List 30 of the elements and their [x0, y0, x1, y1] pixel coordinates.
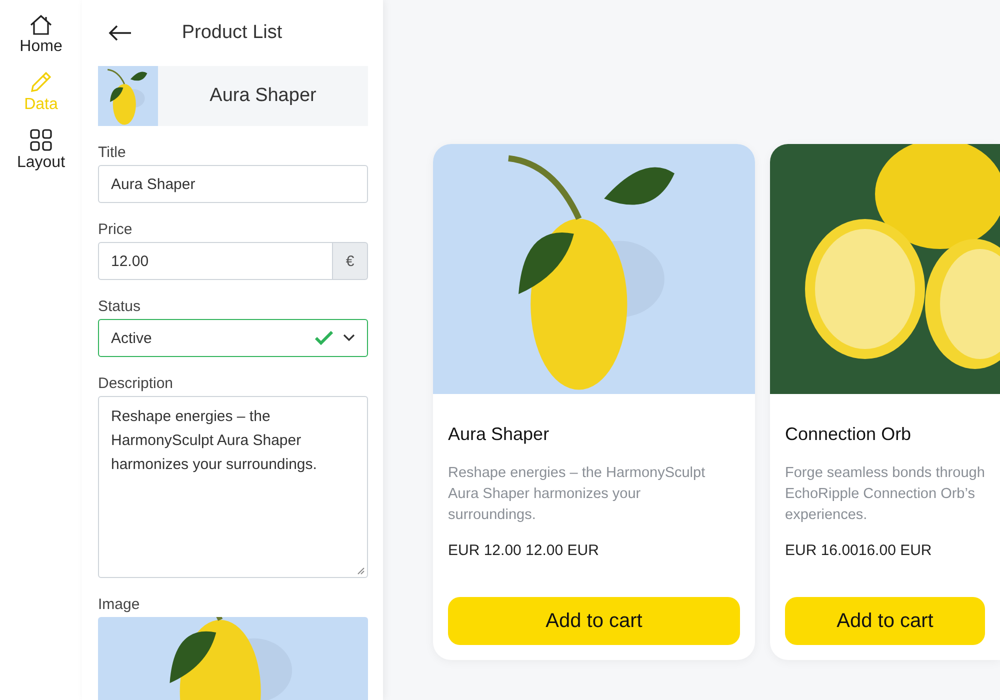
- add-to-cart-button[interactable]: Add to cart: [785, 597, 985, 645]
- product-title: Connection Orb: [785, 424, 912, 445]
- add-to-cart-button[interactable]: Add to cart: [448, 597, 740, 645]
- panel-title: Product List: [180, 22, 284, 44]
- currency-addon: €: [333, 242, 368, 280]
- product-title: Aura Shaper: [448, 424, 550, 445]
- field-label: Status: [98, 298, 142, 315]
- status-dropdown[interactable]: Active: [98, 319, 368, 357]
- pencil-icon: [28, 70, 53, 94]
- checkmark-icon: [315, 331, 333, 345]
- field-label: Description: [98, 375, 174, 392]
- nav-item[interactable]: Layout: [16, 128, 66, 172]
- product-price: EUR 12.00 12.00 EUR: [448, 542, 600, 559]
- price-field[interactable]: 12.00: [98, 242, 333, 280]
- product-price: EUR 16.0016.00 EUR: [785, 542, 933, 559]
- back-arrow-icon: [108, 25, 132, 41]
- field-label: Price: [98, 221, 134, 238]
- title-field[interactable]: Aura Shaper: [98, 165, 368, 203]
- product-thumbnail: [98, 66, 158, 126]
- resize-handle-icon[interactable]: [357, 567, 365, 575]
- home-icon: [29, 14, 53, 36]
- product-list-item[interactable]: Aura Shaper: [98, 66, 368, 126]
- field-label: Title: [98, 144, 127, 161]
- description-field[interactable]: Reshape energies – the HarmonySculpt Aura Shaper harmonizes your surroundings.: [98, 396, 368, 578]
- chevron-down-icon: [343, 334, 355, 342]
- product-description: Forge seamless bonds through EchoRipple Connection Orb’s experiences.: [785, 464, 985, 525]
- product-description: Reshape energies – the HarmonySculpt Aura Shaper harmonizes your surroundings.: [448, 464, 706, 525]
- field-label: Image: [98, 596, 141, 613]
- nav-item[interactable]: Home: [20, 14, 62, 56]
- grid-icon: [28, 128, 53, 152]
